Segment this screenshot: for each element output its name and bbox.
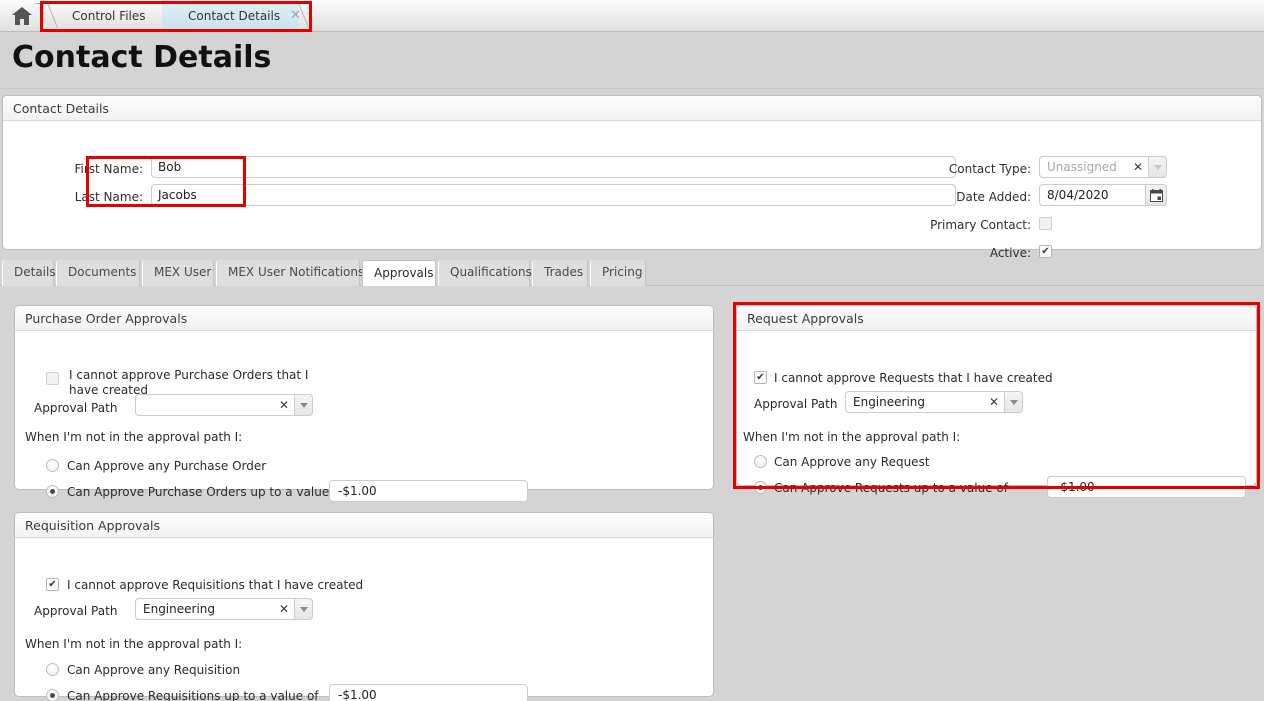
req-approval-path-text: Engineering <box>853 395 925 409</box>
date-added-calendar-button[interactable] <box>1145 184 1167 206</box>
chevron-down-icon <box>1010 400 1018 405</box>
primary-contact-label: Primary Contact: <box>893 218 1031 232</box>
breadcrumb-label: Contact Details <box>188 9 280 23</box>
contact-type-text: Unassigned <box>1047 160 1117 174</box>
req-approval-path-dropdown-button[interactable] <box>1004 391 1023 413</box>
po-approval-path-dropdown-button[interactable] <box>294 394 313 416</box>
request-approvals-header: Request Approvals <box>737 306 1256 331</box>
rq-approval-path-dropdown-button[interactable] <box>294 598 313 620</box>
req-radio-approve-upto[interactable] <box>754 481 767 494</box>
contact-type-value[interactable]: Unassigned ✕ <box>1039 156 1148 178</box>
po-not-in-path-label: When I'm not in the approval path I: <box>25 430 242 444</box>
req-approval-path-combo[interactable]: Engineering ✕ <box>845 391 1023 413</box>
tab-documents[interactable]: Documents <box>56 260 140 286</box>
purchase-order-approvals-header: Purchase Order Approvals <box>15 306 713 331</box>
first-name-label: First Name: <box>71 162 143 176</box>
last-name-label: Last Name: <box>71 190 143 204</box>
rq-approval-path-value[interactable]: Engineering ✕ <box>135 598 294 620</box>
po-cannot-approve-checkbox[interactable] <box>46 372 59 385</box>
contact-type-dropdown-button[interactable] <box>1148 156 1167 178</box>
po-radio-approve-any[interactable] <box>46 459 59 472</box>
rq-not-in-path-label: When I'm not in the approval path I: <box>25 637 242 651</box>
contact-details-panel-header: Contact Details <box>3 96 1261 121</box>
contact-type-label: Contact Type: <box>913 162 1031 176</box>
breadcrumb-label: Control Files <box>72 9 146 23</box>
date-added-label: Date Added: <box>913 190 1031 204</box>
rq-upto-value-input[interactable]: -$1.00 <box>329 684 528 701</box>
date-added-input[interactable]: 8/04/2020 <box>1039 184 1145 206</box>
contact-details-page: Control Files Contact Details ✕ Contact … <box>0 0 1264 701</box>
rq-radio-approve-upto-label: Can Approve Requisitions up to a value o… <box>67 689 319 701</box>
req-cannot-approve-checkbox[interactable] <box>754 371 767 384</box>
last-name-input[interactable]: Jacobs <box>151 184 956 206</box>
breadcrumb-item-contact-details[interactable]: Contact Details ✕ <box>162 0 298 31</box>
date-added-field[interactable]: 8/04/2020 <box>1039 184 1167 206</box>
breadcrumb-close-icon[interactable]: ✕ <box>290 9 301 22</box>
active-checkbox[interactable] <box>1039 245 1052 258</box>
tab-bar: Details Documents MEX User MEX User Noti… <box>0 260 1264 286</box>
tab-approvals[interactable]: Approvals <box>362 260 436 286</box>
chevron-down-icon <box>1154 165 1162 170</box>
po-approval-path-combo[interactable]: ✕ <box>135 394 313 416</box>
req-upto-value-input[interactable]: -$1.00 <box>1047 476 1246 498</box>
rq-approval-path-clear-icon[interactable]: ✕ <box>279 603 289 615</box>
rq-cannot-approve-checkbox[interactable] <box>46 578 59 591</box>
primary-contact-checkbox[interactable] <box>1039 217 1052 230</box>
po-approval-path-clear-icon[interactable]: ✕ <box>279 399 289 411</box>
po-radio-approve-any-label: Can Approve any Purchase Order <box>67 459 266 473</box>
req-cannot-approve-label: I cannot approve Requests that I have cr… <box>774 371 1053 385</box>
tab-details[interactable]: Details <box>2 260 54 286</box>
rq-approval-path-text: Engineering <box>143 602 215 616</box>
breadcrumb-item-control-files[interactable]: Control Files <box>46 0 162 31</box>
req-radio-approve-any[interactable] <box>754 455 767 468</box>
rq-cannot-approve-label: I cannot approve Requisitions that I hav… <box>67 578 363 592</box>
requisition-approvals-panel: Requisition Approvals I cannot approve R… <box>14 512 714 697</box>
rq-approval-path-combo[interactable]: Engineering ✕ <box>135 598 313 620</box>
po-radio-approve-upto-label: Can Approve Purchase Orders up to a valu… <box>67 485 345 499</box>
contact-type-clear-icon[interactable]: ✕ <box>1133 161 1143 173</box>
first-name-input[interactable]: Bob <box>151 156 956 178</box>
calendar-icon <box>1150 189 1163 202</box>
req-approval-path-clear-icon[interactable]: ✕ <box>989 396 999 408</box>
title-divider <box>0 88 1264 89</box>
active-label: Active: <box>893 246 1031 260</box>
contact-type-combo[interactable]: Unassigned ✕ <box>1039 156 1167 178</box>
req-not-in-path-label: When I'm not in the approval path I: <box>743 430 960 444</box>
contact-details-panel: Contact Details First Name: Bob Last Nam… <box>2 95 1262 250</box>
requisition-approvals-header: Requisition Approvals <box>15 513 713 538</box>
tab-qualifications[interactable]: Qualifications <box>438 260 530 286</box>
po-approval-path-label: Approval Path <box>34 401 117 415</box>
rq-radio-approve-upto[interactable] <box>46 689 59 701</box>
tab-trades[interactable]: Trades <box>532 260 588 286</box>
po-approval-path-value[interactable]: ✕ <box>135 394 294 416</box>
rq-radio-approve-any[interactable] <box>46 663 59 676</box>
tab-mex-user[interactable]: MEX User <box>142 260 214 286</box>
tab-mex-user-notifications[interactable]: MEX User Notifications <box>216 260 360 286</box>
home-icon <box>12 7 32 25</box>
rq-approval-path-label: Approval Path <box>34 604 117 618</box>
req-approval-path-label: Approval Path <box>754 397 837 411</box>
req-radio-approve-any-label: Can Approve any Request <box>774 455 930 469</box>
rq-radio-approve-any-label: Can Approve any Requisition <box>67 663 240 677</box>
req-radio-approve-upto-label: Can Approve Requests up to a value of <box>774 481 1008 495</box>
tab-pricing[interactable]: Pricing <box>590 260 646 286</box>
page-title: Contact Details <box>12 40 271 75</box>
breadcrumb-bar: Control Files Contact Details ✕ <box>0 0 1264 32</box>
request-approvals-panel: Request Approvals I cannot approve Reque… <box>736 305 1257 486</box>
req-approval-path-value[interactable]: Engineering ✕ <box>845 391 1004 413</box>
po-upto-value-input[interactable]: -$1.00 <box>329 480 528 502</box>
chevron-down-icon <box>300 403 308 408</box>
po-radio-approve-upto[interactable] <box>46 485 59 498</box>
chevron-down-icon <box>300 607 308 612</box>
purchase-order-approvals-panel: Purchase Order Approvals I cannot approv… <box>14 305 714 490</box>
